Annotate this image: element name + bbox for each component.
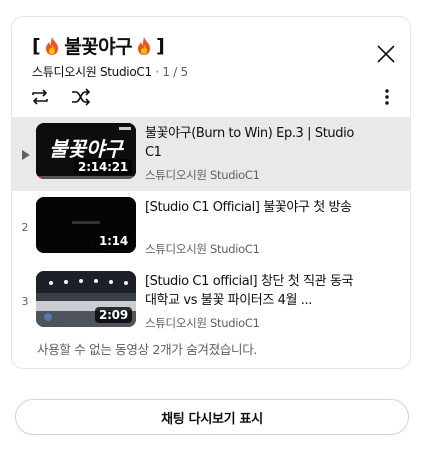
playlist-subtitle: 스튜디오시원 StudioC1 · 1 / 5 [32,63,188,80]
playlist-panel: [ 불꽃야구 ] 스튜디오시원 StudioC1 · 1 / 5 불꽃야구 2:… [11,16,411,369]
more-vert-icon[interactable] [375,85,399,109]
playlist-position: 1 / 5 [162,65,188,79]
video-thumbnail[interactable]: 불꽃야구 2:14:21 [36,123,136,179]
show-chat-replay-button[interactable]: 채팅 다시보기 표시 [15,399,409,435]
video-title[interactable]: 불꽃야구(Burn to Win) Ep.3 | Studio C1 [145,124,360,162]
fire-emoji-icon [46,36,59,55]
playlist-title[interactable]: [ 불꽃야구 ] [32,32,165,59]
play-arrow-icon [22,150,30,160]
loop-icon[interactable] [28,85,52,109]
playlist-item-3[interactable]: 3 2:09 [Studio C1 official] 창단 첫 직관 동국대학… [12,265,410,339]
close-icon[interactable] [374,42,398,66]
duration-badge: 2:14:21 [74,159,132,175]
watch-progress-fill [36,176,40,179]
hidden-videos-note: 사용할 수 없는 동영상 2개가 숨겨졌습니다. [37,342,258,357]
item-index: 3 [21,295,29,308]
duration-badge: 2:09 [94,307,132,323]
playlist-item-1[interactable]: 불꽃야구 2:14:21 불꽃야구(Burn to Win) Ep.3 | St… [12,117,410,191]
watch-progress-track [36,176,136,179]
video-title[interactable]: [Studio C1 official] 창단 첫 직관 동국대학교 vs 불꽃… [145,272,360,310]
duration-badge: 1:14 [94,233,132,249]
title-bracket-open: [ [32,34,41,57]
video-thumbnail[interactable]: 1:14 [36,197,136,253]
video-channel[interactable]: 스튜디오시원 StudioC1 [145,167,260,183]
title-text: 불꽃야구 [64,36,133,58]
item-index: 2 [21,221,29,234]
playlist-channel-link[interactable]: 스튜디오시원 StudioC1 [32,65,152,79]
playlist-item-2[interactable]: 2 1:14 [Studio C1 Official] 불꽃야구 첫 방송 스튜… [12,191,410,265]
shuffle-icon[interactable] [69,85,93,109]
fire-emoji-icon [138,36,151,55]
video-title[interactable]: [Studio C1 Official] 불꽃야구 첫 방송 [145,198,360,217]
subtitle-separator: · [155,65,159,79]
title-bracket-close: ] [156,34,165,57]
video-channel[interactable]: 스튜디오시원 StudioC1 [145,315,260,331]
video-channel[interactable]: 스튜디오시원 StudioC1 [145,241,260,257]
thumbnail-logo-text: 불꽃야구 [49,137,124,161]
video-thumbnail[interactable]: 2:09 [36,271,136,327]
